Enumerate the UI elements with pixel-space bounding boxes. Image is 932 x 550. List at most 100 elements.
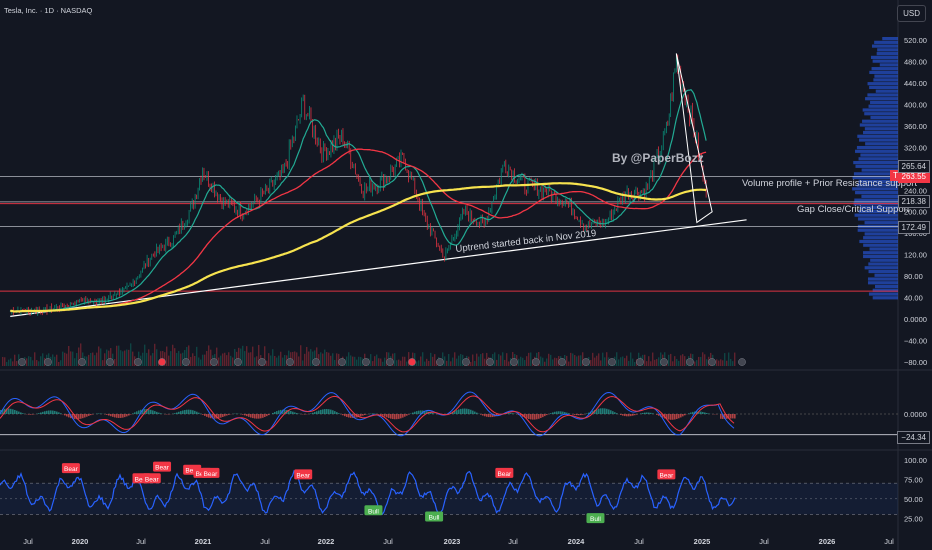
price-axis-tick: 360.00 xyxy=(904,122,927,131)
bear-signal-text: Bear xyxy=(497,471,512,478)
volume-bar xyxy=(252,346,254,366)
macd-histogram-bar xyxy=(586,413,588,414)
volume-bar xyxy=(6,361,8,366)
volume-profile-bar xyxy=(867,82,898,86)
earnings-marker xyxy=(18,358,26,366)
macd-histogram-bar xyxy=(540,414,542,419)
volume-bar xyxy=(304,353,306,366)
volume-profile-bar xyxy=(858,157,898,161)
volume-bar xyxy=(380,358,382,366)
resistance-price-tag: 265.64 xyxy=(897,160,930,173)
bear-signal-text: Bear xyxy=(64,466,79,473)
rsi-axis-tick: 75.00 xyxy=(904,475,923,484)
volume-bar xyxy=(306,346,308,366)
macd-histogram-bar xyxy=(608,409,610,414)
macd-histogram-bar xyxy=(178,411,180,414)
macd-histogram-bar xyxy=(50,410,52,414)
macd-histogram-bar xyxy=(614,412,616,414)
macd-histogram-bar xyxy=(648,412,650,414)
macd-histogram-bar xyxy=(372,413,374,414)
volume-bar xyxy=(32,360,34,366)
macd-histogram-bar xyxy=(642,412,644,414)
volume-bar xyxy=(556,358,558,366)
volume-profile-bar xyxy=(859,123,898,127)
macd-histogram-bar xyxy=(418,410,420,414)
volume-bar xyxy=(720,359,722,366)
currency-button[interactable]: USD xyxy=(897,5,926,22)
earnings-marker xyxy=(78,358,86,366)
volume-bar xyxy=(224,352,226,366)
price-axis-tick: 400.00 xyxy=(904,100,927,109)
volume-bar xyxy=(704,354,706,366)
macd-histogram-bar xyxy=(324,409,326,414)
volume-bar xyxy=(734,352,736,366)
macd-histogram-bar xyxy=(530,414,532,420)
volume-bar xyxy=(168,355,170,366)
macd-histogram-bar xyxy=(432,413,434,414)
volume-bar xyxy=(682,354,684,366)
macd-histogram-bar xyxy=(42,411,44,414)
volume-profile-bar xyxy=(861,194,898,198)
rsi-axis-tick: 25.00 xyxy=(904,514,923,523)
macd-histogram-bar xyxy=(568,413,570,414)
macd-histogram-bar xyxy=(252,414,254,419)
macd-histogram-bar xyxy=(598,408,600,414)
volume-bar xyxy=(228,352,230,366)
macd-line xyxy=(0,391,735,437)
earnings-marker xyxy=(582,358,590,366)
volume-bar xyxy=(540,356,542,366)
macd-histogram-bar xyxy=(152,410,154,414)
time-axis-tick: 2021 xyxy=(195,537,212,546)
macd-histogram-bar xyxy=(78,414,80,420)
volume-bar xyxy=(12,361,14,366)
volume-profile-bar xyxy=(864,232,898,236)
macd-histogram-bar xyxy=(192,410,194,414)
volume-bar xyxy=(618,359,620,366)
volume-bar xyxy=(554,357,556,366)
volume-bar xyxy=(206,350,208,366)
macd-histogram-bar xyxy=(138,410,140,414)
volume-bar xyxy=(196,346,198,366)
macd-histogram-bar xyxy=(616,413,618,414)
volume-bar xyxy=(64,352,66,366)
earnings-marker xyxy=(134,358,142,366)
volume-bar xyxy=(504,359,506,366)
volume-bar xyxy=(30,356,32,366)
volume-bar xyxy=(266,360,268,366)
volume-profile-bar xyxy=(869,247,898,251)
chart-canvas[interactable]: BearBearBearBearBearBearBearBearBullBull… xyxy=(0,0,932,550)
macd-histogram-bar xyxy=(632,414,634,416)
macd-histogram-bar xyxy=(218,414,220,419)
volume-bar xyxy=(620,357,622,366)
volume-bar xyxy=(446,360,448,366)
volume-bar xyxy=(402,356,404,366)
volume-bar xyxy=(698,356,700,366)
macd-histogram-bar xyxy=(98,413,100,414)
volume-bar xyxy=(156,349,158,366)
volume-bar xyxy=(130,343,132,366)
macd-histogram-bar xyxy=(244,414,246,416)
macd-histogram-bar xyxy=(54,410,56,414)
macd-histogram-bar xyxy=(392,414,394,420)
macd-histogram-bar xyxy=(18,411,20,414)
macd-histogram-bar xyxy=(46,410,48,414)
macd-histogram-bar xyxy=(402,414,404,418)
volume-bar xyxy=(434,354,436,366)
support-price-tag: 218.38 xyxy=(897,195,930,208)
earnings-marker xyxy=(386,358,394,366)
bull-signal-text: Bull xyxy=(429,515,440,522)
volume-bar xyxy=(706,359,708,366)
volume-bar xyxy=(98,346,100,366)
volume-profile-bar xyxy=(863,243,898,247)
volume-bar xyxy=(146,352,148,366)
volume-profile-bar xyxy=(868,292,898,296)
macd-histogram-bar xyxy=(132,413,134,414)
earnings-marker xyxy=(182,358,190,366)
macd-histogram-bar xyxy=(262,414,264,418)
bear-signal-text: Bear xyxy=(145,476,160,483)
macd-histogram-bar xyxy=(682,414,684,417)
macd-histogram-bar xyxy=(120,414,122,418)
volume-profile-bar xyxy=(867,93,898,97)
macd-histogram-bar xyxy=(276,411,278,414)
macd-histogram-bar xyxy=(16,410,18,414)
